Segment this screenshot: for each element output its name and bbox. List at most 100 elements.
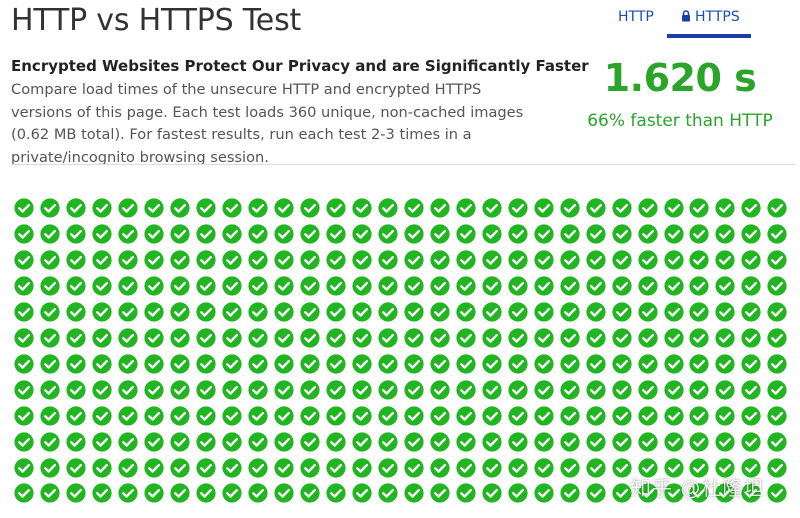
check-circle-icon: [92, 380, 112, 400]
check-circle-icon: [741, 328, 762, 348]
check-circle-icon: [404, 380, 424, 400]
check-circle-icon: [222, 380, 242, 400]
check-circle-icon: [352, 457, 372, 478]
check-circle-icon: [196, 354, 216, 374]
check-circle-icon: [456, 405, 476, 426]
check-circle-icon: [430, 483, 450, 504]
check-circle-icon: [352, 483, 372, 504]
check-circle-icon: [222, 354, 242, 374]
check-circle-icon: [715, 380, 736, 400]
check-circle-icon: [196, 198, 216, 218]
check-circle-icon: [40, 483, 60, 504]
check-circle-icon: [118, 380, 138, 400]
check-circle-icon: [508, 380, 528, 400]
tab-http-label: HTTP: [618, 9, 654, 25]
check-circle-icon: [378, 457, 398, 478]
check-circle-icon: [585, 276, 606, 296]
check-circle-icon: [352, 302, 372, 322]
check-circle-icon: [533, 354, 554, 374]
check-circle-icon: [274, 328, 294, 348]
check-circle-icon: [14, 250, 34, 270]
check-circle-icon: [300, 405, 320, 426]
check-circle-icon: [378, 405, 398, 426]
check-circle-icon: [559, 302, 580, 322]
check-circle-icon: [222, 276, 242, 296]
check-circle-icon: [40, 354, 60, 374]
check-circle-icon: [144, 483, 164, 504]
check-circle-icon: [767, 457, 788, 478]
check-circle-icon: [248, 250, 268, 270]
check-circle-icon: [559, 405, 580, 426]
check-circle-icon: [300, 224, 320, 244]
check-circle-icon: [508, 224, 528, 244]
check-circle-icon: [248, 354, 268, 374]
check-circle-icon: [637, 405, 658, 426]
check-circle-icon: [533, 224, 554, 244]
check-circle-icon: [170, 457, 190, 478]
tab-https[interactable]: HTTPS: [681, 9, 740, 26]
check-circle-icon: [196, 431, 216, 452]
check-circle-icon: [378, 483, 398, 504]
check-circle-icon: [741, 250, 762, 270]
check-circle-icon: [637, 250, 658, 270]
check-circle-icon: [92, 224, 112, 244]
check-circle-icon: [482, 405, 502, 426]
check-circle-icon: [378, 276, 398, 296]
check-circle-icon: [456, 483, 476, 504]
check-circle-icon: [300, 198, 320, 218]
check-circle-icon: [196, 328, 216, 348]
check-circle-icon: [326, 380, 346, 400]
check-circle-icon: [378, 302, 398, 322]
check-circle-icon: [430, 457, 450, 478]
check-circle-icon: [508, 354, 528, 374]
check-circle-icon: [326, 302, 346, 322]
check-circle-icon: [637, 276, 658, 296]
check-circle-icon: [274, 483, 294, 504]
check-circle-icon: [170, 302, 190, 322]
check-circle-icon: [456, 198, 476, 218]
image-grid: [14, 198, 794, 508]
check-circle-icon: [611, 328, 632, 348]
check-circle-icon: [611, 483, 632, 504]
check-circle-icon: [144, 354, 164, 374]
check-circle-icon: [326, 198, 346, 218]
check-circle-icon: [715, 224, 736, 244]
check-circle-icon: [741, 276, 762, 296]
check-circle-icon: [300, 457, 320, 478]
check-circle-icon: [196, 483, 216, 504]
check-circle-icon: [326, 405, 346, 426]
check-circle-icon: [66, 457, 86, 478]
check-circle-icon: [559, 198, 580, 218]
check-circle-icon: [611, 431, 632, 452]
lock-icon: [681, 10, 691, 26]
check-circle-icon: [559, 328, 580, 348]
tab-http[interactable]: HTTP: [618, 9, 654, 25]
check-circle-icon: [585, 354, 606, 374]
check-circle-icon: [92, 276, 112, 296]
check-circle-icon: [637, 354, 658, 374]
check-circle-icon: [118, 405, 138, 426]
check-circle-icon: [404, 276, 424, 296]
check-circle-icon: [326, 431, 346, 452]
check-circle-icon: [585, 302, 606, 322]
check-circle-icon: [663, 380, 684, 400]
check-circle-icon: [689, 354, 710, 374]
check-circle-icon: [14, 457, 34, 478]
check-circle-icon: [430, 302, 450, 322]
check-circle-icon: [508, 431, 528, 452]
check-circle-icon: [300, 328, 320, 348]
check-circle-icon: [274, 224, 294, 244]
check-circle-icon: [559, 354, 580, 374]
check-circle-icon: [222, 198, 242, 218]
check-circle-icon: [715, 405, 736, 426]
check-circle-icon: [430, 328, 450, 348]
check-circle-icon: [559, 224, 580, 244]
check-circle-icon: [14, 224, 34, 244]
check-circle-icon: [352, 354, 372, 374]
check-circle-icon: [741, 405, 762, 426]
check-circle-icon: [404, 431, 424, 452]
check-circle-icon: [118, 302, 138, 322]
check-circle-icon: [92, 457, 112, 478]
check-circle-icon: [508, 198, 528, 218]
tab-https-label: HTTPS: [695, 9, 740, 25]
